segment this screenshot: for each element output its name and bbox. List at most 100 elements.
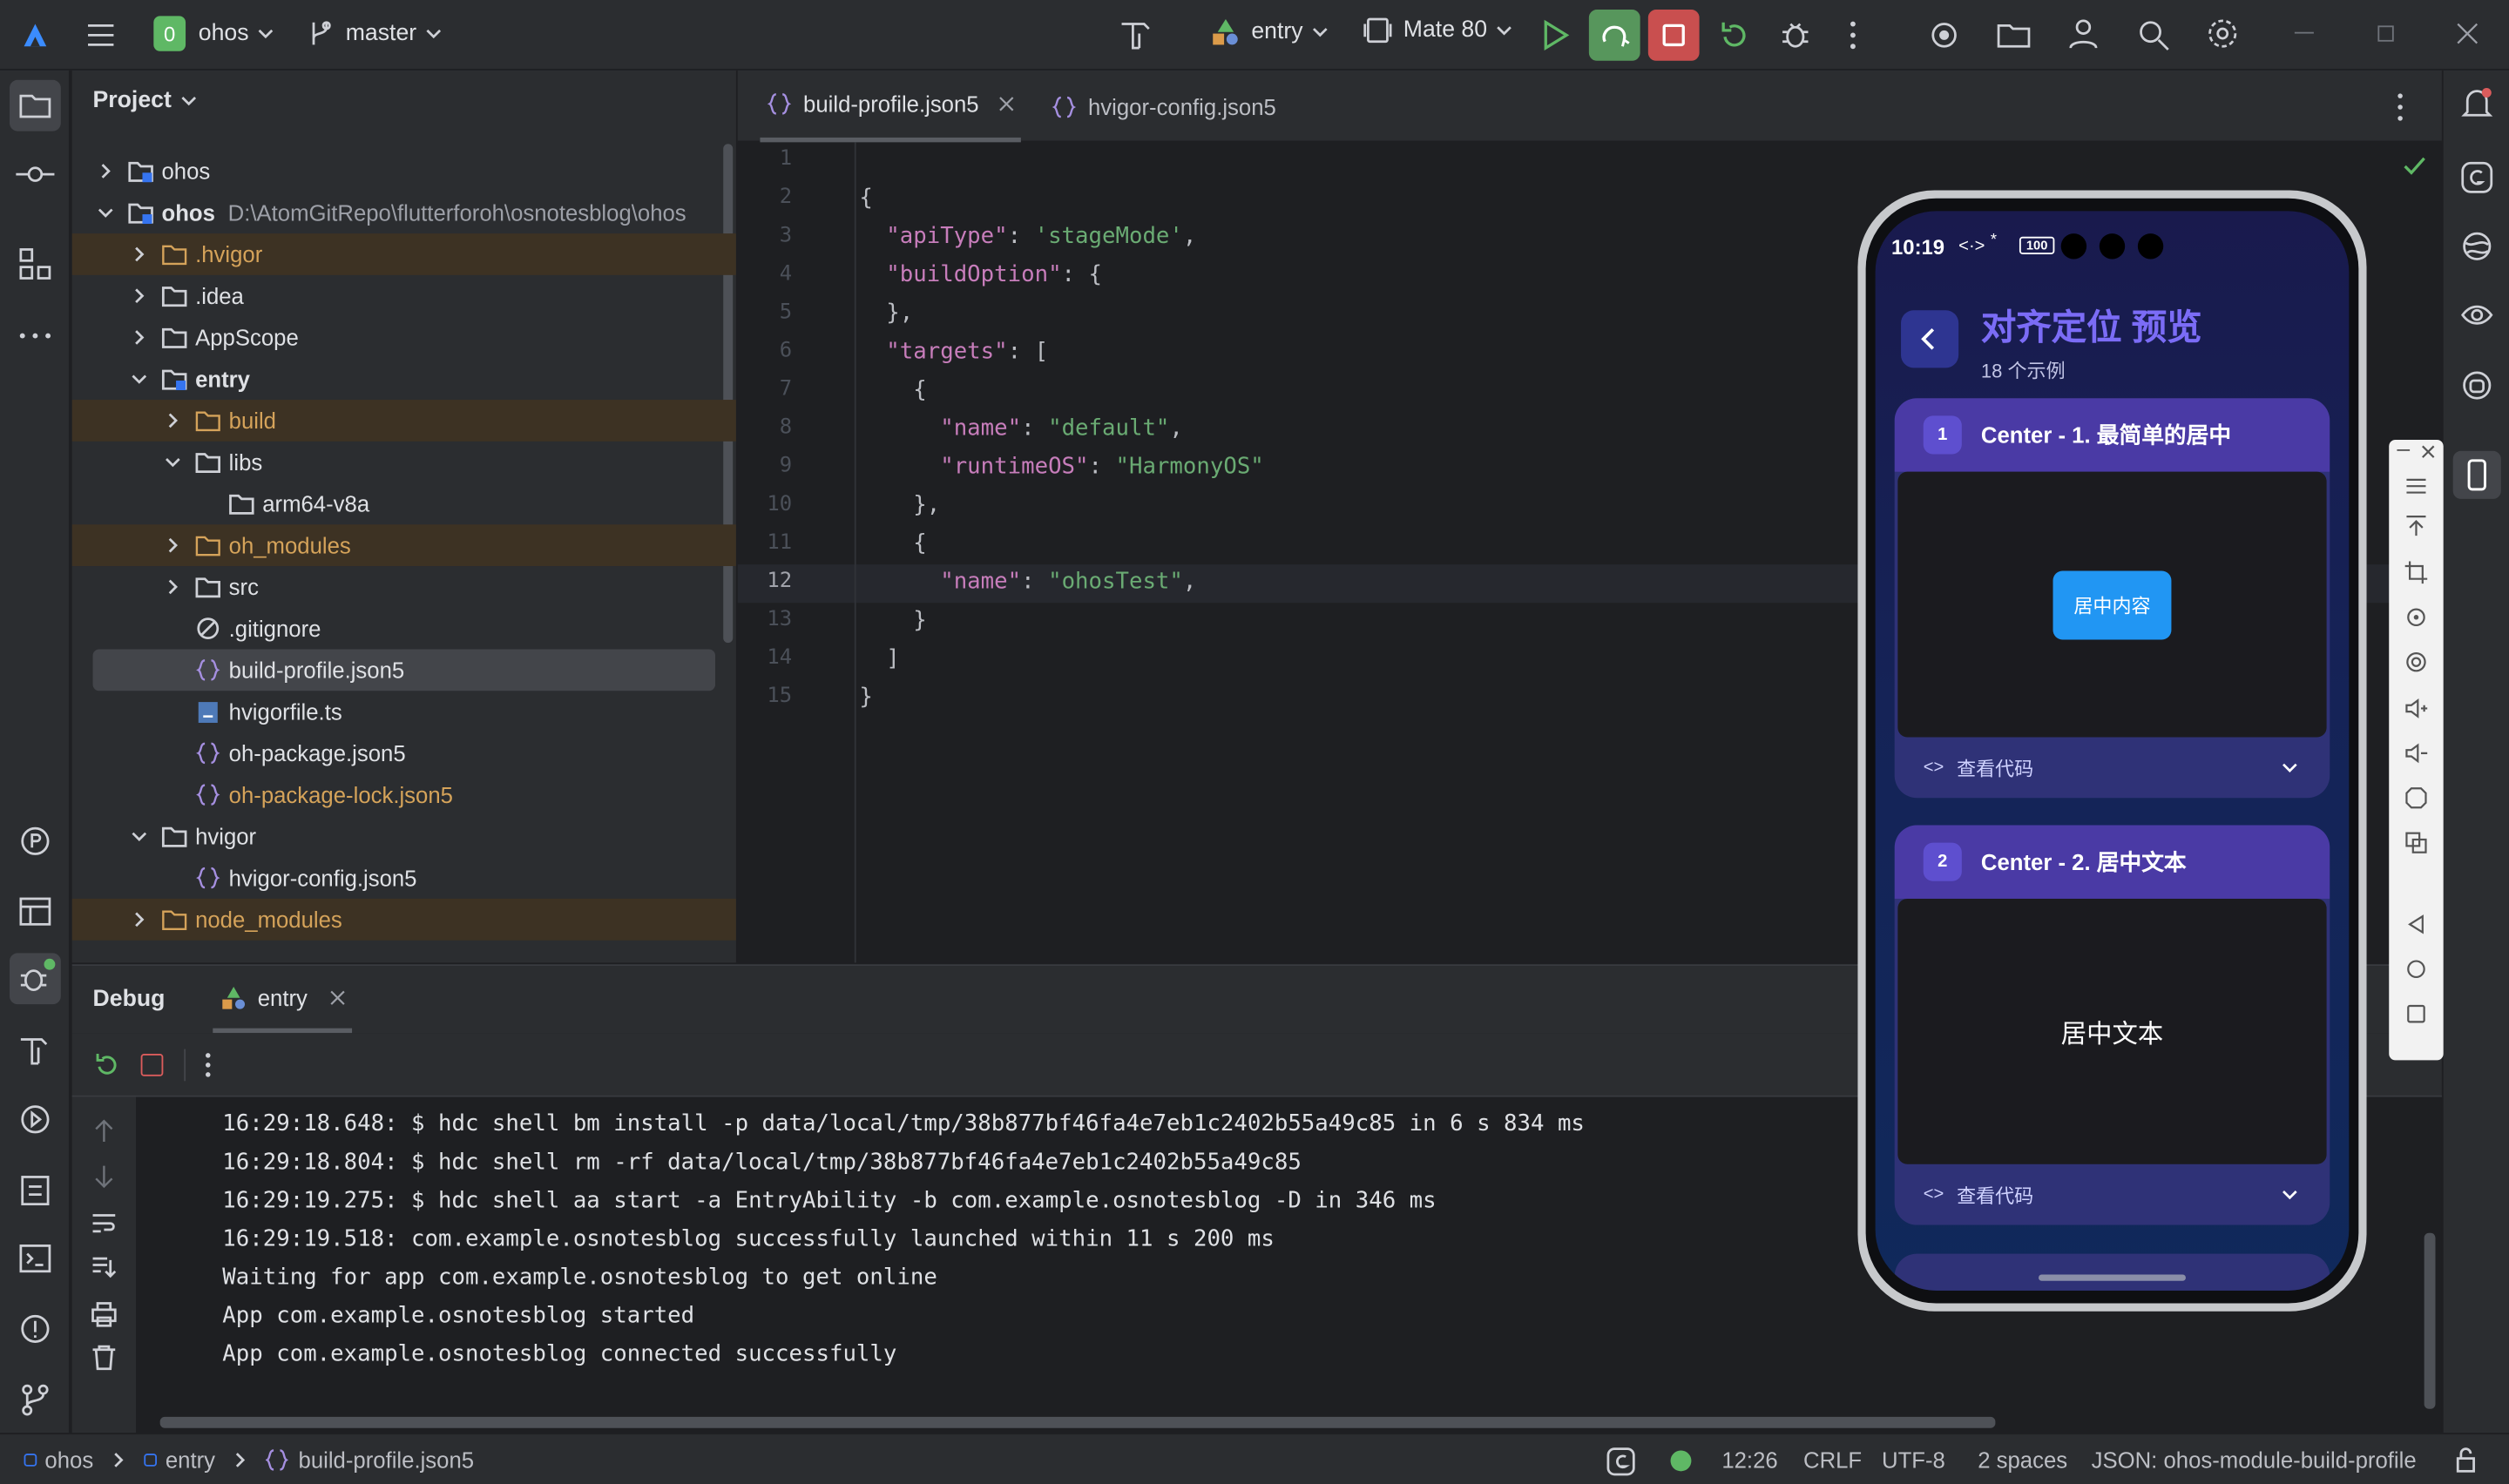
- tree-item[interactable]: entry: [72, 358, 736, 400]
- tree-item-selected[interactable]: build-profile.json5: [92, 649, 716, 691]
- project-tool-button[interactable]: [10, 79, 61, 132]
- tree-item[interactable]: build: [71, 400, 736, 442]
- tree-item[interactable]: oh-package-lock.json5: [72, 774, 736, 816]
- volume-up-icon[interactable]: [2405, 698, 2428, 720]
- more-horizontal-icon[interactable]: [17, 318, 52, 353]
- tree-item[interactable]: oh-package.json5: [72, 732, 736, 774]
- project-view-selector[interactable]: Project: [93, 88, 198, 113]
- phone-screen[interactable]: 10:19 <·> * 100 对齐定位 预览 18 个示例 1 Center …: [1875, 211, 2350, 1291]
- down-arrow-icon[interactable]: [93, 1164, 116, 1190]
- account-icon[interactable]: [2066, 16, 2100, 51]
- no-problems-check-icon[interactable]: [2404, 157, 2426, 176]
- codegenie-status-icon[interactable]: [1606, 1447, 1635, 1476]
- tree-item[interactable]: hvigor: [72, 815, 736, 857]
- indent-setting[interactable]: 2 spaces: [1978, 1447, 2067, 1473]
- hot-reload-button[interactable]: [1588, 10, 1640, 61]
- back-button[interactable]: [1901, 310, 1959, 368]
- print-icon[interactable]: [91, 1302, 117, 1327]
- rerun-debug-icon[interactable]: [93, 1050, 122, 1079]
- pin-top-icon[interactable]: [2405, 515, 2428, 537]
- more-vertical-icon[interactable]: [1837, 17, 1870, 52]
- build-hammer-icon[interactable]: [1117, 17, 1155, 52]
- terminal-icon[interactable]: [17, 1241, 52, 1276]
- line-separator[interactable]: CRLF: [1803, 1447, 1862, 1473]
- tree-item[interactable]: ohos D:\AtomGitRepo\flutterforoh\osnotes…: [72, 192, 736, 233]
- codegenie-icon[interactable]: [2459, 160, 2494, 195]
- view-code-toggle[interactable]: <> 查看代码: [1895, 737, 2330, 798]
- todo-icon[interactable]: [17, 1172, 52, 1207]
- tree-item[interactable]: hvigor-config.json5: [72, 857, 736, 899]
- json-schema[interactable]: JSON: ohos-module-build-profile: [2092, 1447, 2417, 1473]
- stop-button[interactable]: [1647, 10, 1700, 61]
- tree-item[interactable]: src: [72, 566, 736, 608]
- profiler-icon[interactable]: [17, 824, 52, 859]
- trash-icon[interactable]: [91, 1345, 117, 1371]
- notifications-bell-icon[interactable]: [2459, 86, 2494, 121]
- nav-recent-icon[interactable]: [2405, 1002, 2428, 1025]
- layout-icon[interactable]: [17, 894, 52, 928]
- volume-down-icon[interactable]: [2405, 742, 2428, 765]
- nav-back-icon[interactable]: [2405, 913, 2428, 935]
- scroll-to-end-icon[interactable]: [91, 1255, 117, 1280]
- tab-hvigor-config[interactable]: hvigor-config.json5: [1052, 71, 1276, 143]
- minimize-window-icon[interactable]: [2294, 31, 2314, 34]
- screenshot-icon[interactable]: [2405, 786, 2428, 809]
- tree-item[interactable]: AppScope: [72, 317, 736, 359]
- minimize-icon[interactable]: [2397, 449, 2411, 451]
- ai-assistant-icon[interactable]: [2459, 368, 2494, 402]
- debug-session-tab[interactable]: entry: [213, 966, 353, 1034]
- app-logo-icon[interactable]: [19, 19, 51, 51]
- settings-gear-icon[interactable]: [2205, 16, 2240, 51]
- eye-icon[interactable]: [2459, 298, 2494, 333]
- structure-icon[interactable]: [17, 246, 52, 281]
- close-tab-icon[interactable]: [998, 96, 1014, 111]
- connection-status-dot[interactable]: [1670, 1450, 1692, 1472]
- run-icon[interactable]: [1539, 19, 1572, 51]
- nav-home-icon[interactable]: [2405, 958, 2428, 981]
- tree-item[interactable]: ohos: [72, 151, 736, 192]
- debug-bug-icon[interactable]: [1778, 17, 1813, 52]
- location-icon[interactable]: [2405, 651, 2428, 673]
- copy-icon[interactable]: [2405, 832, 2428, 854]
- branch-switcher[interactable]: master: [308, 19, 443, 48]
- horizontal-scrollbar[interactable]: [159, 1416, 1996, 1428]
- rerun-icon[interactable]: [1717, 17, 1752, 52]
- rotate-icon[interactable]: [2405, 606, 2428, 629]
- tree-item[interactable]: oh_modules: [71, 524, 736, 567]
- services-icon[interactable]: [17, 1102, 52, 1137]
- code-with-me-icon[interactable]: [1926, 17, 1961, 52]
- breadcrumb-item[interactable]: entry: [166, 1447, 215, 1473]
- close-icon[interactable]: [2421, 444, 2436, 459]
- read-only-lock-icon[interactable]: [2456, 1447, 2479, 1473]
- search-icon[interactable]: [2136, 17, 2171, 52]
- tree-item[interactable]: .idea: [72, 275, 736, 317]
- project-folder-icon[interactable]: [1995, 17, 2033, 52]
- tab-actions-more-icon[interactable]: [2392, 91, 2408, 124]
- main-menu-icon[interactable]: [85, 19, 117, 51]
- cursor-position[interactable]: 12:26: [1721, 1447, 1777, 1473]
- soft-wrap-icon[interactable]: [91, 1212, 117, 1235]
- view-code-toggle[interactable]: <> 查看代码: [1895, 1164, 2330, 1225]
- tree-item[interactable]: .gitignore: [72, 608, 736, 650]
- stop-debug-icon[interactable]: [140, 1054, 164, 1076]
- commit-icon[interactable]: [15, 157, 57, 192]
- tree-item[interactable]: .hvigor: [71, 233, 736, 275]
- file-encoding[interactable]: UTF-8: [1882, 1447, 1945, 1473]
- close-window-icon[interactable]: [2456, 23, 2479, 45]
- tree-item[interactable]: arm64-v8a: [72, 483, 736, 525]
- menu-icon[interactable]: [2405, 475, 2428, 497]
- tab-build-profile[interactable]: build-profile.json5: [760, 71, 1021, 143]
- breadcrumb-item[interactable]: ohos: [44, 1447, 93, 1473]
- tree-item[interactable]: hvigorfile.ts: [72, 691, 736, 732]
- device-manager-button[interactable]: [2452, 450, 2501, 499]
- crop-icon[interactable]: [2404, 561, 2428, 584]
- device-emulator[interactable]: 10:19 <·> * 100 对齐定位 预览 18 个示例 1 Center …: [1857, 190, 2367, 1312]
- tree-item[interactable]: libs: [72, 442, 736, 483]
- run-config-selector[interactable]: entry: [1210, 16, 1329, 48]
- maximize-window-icon[interactable]: [2377, 25, 2394, 42]
- more-vertical-icon[interactable]: [200, 1050, 216, 1079]
- version-control-icon[interactable]: [17, 1381, 52, 1416]
- vertical-scrollbar[interactable]: [2424, 1232, 2436, 1409]
- breadcrumb-item[interactable]: build-profile.json5: [299, 1447, 475, 1473]
- close-tab-icon[interactable]: [330, 989, 346, 1005]
